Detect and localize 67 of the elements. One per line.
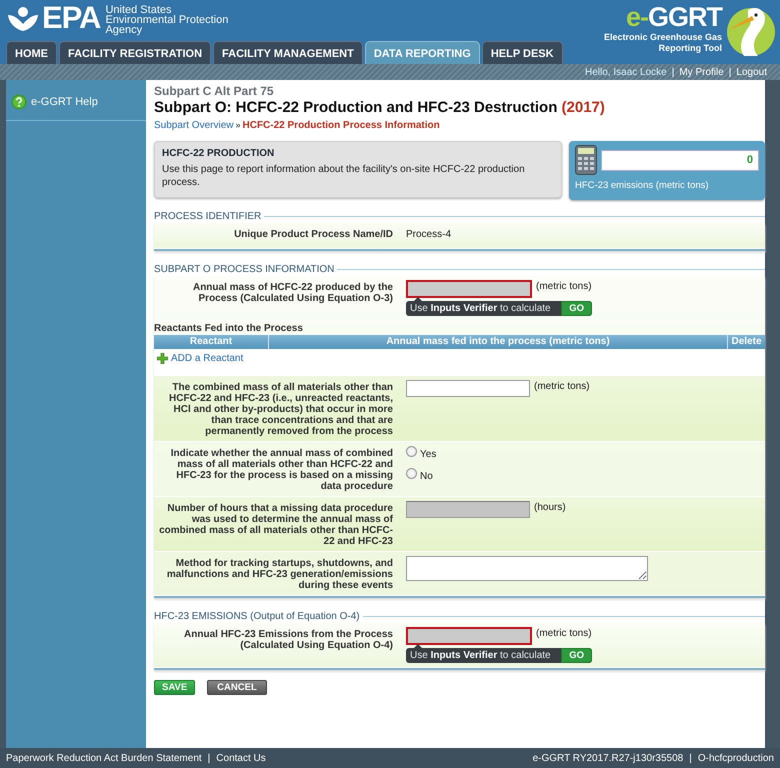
- footer-link[interactable]: Contact Us: [216, 752, 266, 764]
- field-label: Unique Product Process Name/ID: [233, 228, 393, 242]
- nav-tab[interactable]: DATA REPORTING: [364, 41, 480, 64]
- field-label: Number of hours that a missing data procedure was used to determine the annual mass of combined mass of all materials other than HCFC-22 and HFC-23: [158, 502, 393, 547]
- help-icon: [11, 94, 27, 110]
- separator: |: [728, 66, 732, 78]
- plus-icon: [157, 353, 168, 364]
- breadcrumb-separator: »: [235, 120, 240, 130]
- field-label: Annual HFC-23 Emissions from the Process (Calculated Using Equation O-4): [183, 628, 393, 653]
- app-subtitle: Electronic Greenhouse Gas: [604, 32, 722, 43]
- footer-text: O-hcfcproduction: [698, 752, 774, 764]
- section-heading: HFC-23 EMISSIONS (Output of Equation O-4): [154, 611, 360, 622]
- table-title: Reactants Fed into the Process: [154, 322, 304, 335]
- page-title: Subpart O: HCFC-22 Production and HFC-23 Destruction (2017): [154, 98, 606, 118]
- breadcrumb-current: HCFC-22 Production Process Information: [242, 120, 440, 131]
- footer-text: e-GGRT RY2017.R27-j130r35508: [532, 752, 684, 764]
- nav-tab[interactable]: HELP DESK: [482, 41, 563, 64]
- input-field[interactable]: [406, 380, 530, 397]
- radio-label: No: [420, 470, 433, 482]
- add-link[interactable]: ADD a Reactant: [157, 353, 244, 364]
- go-button[interactable]: GO: [561, 648, 592, 663]
- cancel-button[interactable]: CANCEL: [207, 680, 267, 695]
- agency-name: United States: [105, 5, 172, 15]
- agency-name: Agency: [105, 25, 144, 35]
- footer-link[interactable]: Paperwork Reduction Act Burden Statement: [6, 752, 202, 764]
- breadcrumb-link[interactable]: Subpart Overview: [154, 120, 234, 131]
- agency-name: Environmental Protection: [105, 15, 228, 25]
- verifier-text: Use Inputs Verifier to calculate: [410, 303, 552, 314]
- unit-label: (metric tons): [536, 280, 592, 292]
- column-header: Delete: [730, 335, 762, 349]
- info-title: HCFC-22 PRODUCTION: [162, 147, 276, 161]
- section-subtitle: Subpart C Alt Part 75: [154, 84, 275, 98]
- help-link[interactable]: e-GGRT Help: [6, 92, 146, 121]
- verifier-text: Use Inputs Verifier to calculate: [410, 650, 552, 661]
- separator: |: [208, 752, 210, 764]
- radio-button[interactable]: [406, 446, 417, 457]
- go-button[interactable]: GO: [561, 301, 592, 316]
- unit-label: (hours): [534, 501, 566, 513]
- greeting-text: Hello, Isaac Locke: [585, 66, 667, 78]
- save-button[interactable]: SAVE: [154, 680, 196, 695]
- field-label: Indicate whether the annual mass of combined mass of all materials other than HCFC-22 and HFC-23 for the process is based on a missing data procedure: [170, 447, 393, 492]
- separator: |: [689, 752, 692, 764]
- emissions-value: 0: [601, 150, 759, 170]
- nav-tab[interactable]: FACILITY REGISTRATION: [59, 41, 212, 64]
- separator: |: [672, 66, 674, 78]
- user-link[interactable]: Logout: [736, 66, 767, 78]
- radio-button[interactable]: [406, 468, 417, 479]
- nav-tab[interactable]: HOME: [6, 41, 57, 64]
- logo-text: EPA: [42, 4, 100, 32]
- field-value: Process-4: [406, 228, 452, 242]
- section-heading: PROCESS IDENTIFIER: [154, 211, 262, 222]
- field-label: The combined mass of all materials other than HCFC-22 and HFC-23 (i.e., unreacted reactants, HCl and other by-products) that occur in more than trace concentrations and that are permanently removed from the process: [168, 381, 393, 437]
- section-heading: SUBPART O PROCESS INFORMATION: [154, 264, 334, 275]
- unit-label: (metric tons): [534, 380, 590, 392]
- field-label: Annual mass of HCFC-22 produced by the Process (Calculated Using Equation O-3): [192, 281, 393, 306]
- text-area[interactable]: [406, 556, 648, 581]
- field-label: Method for tracking startups, shutdowns, and malfunctions and HFC-23 generation/emissions during these events: [166, 557, 393, 591]
- emissions-label: HFC-23 emissions (metric tons): [575, 180, 710, 191]
- flower-logo-icon: [6, 5, 40, 33]
- user-link[interactable]: My Profile: [679, 66, 724, 78]
- app-name: e-GGRT: [624, 2, 722, 32]
- app-subtitle: Reporting Tool: [658, 43, 722, 54]
- nav-tab[interactable]: FACILITY MANAGEMENT: [213, 41, 363, 64]
- calculator-icon: [575, 145, 597, 175]
- info-text: Use this page to report information about the facility's on-site HCFC-22 production process.: [162, 163, 526, 189]
- radio-label: Yes: [420, 448, 436, 460]
- unit-label: (metric tons): [536, 627, 592, 639]
